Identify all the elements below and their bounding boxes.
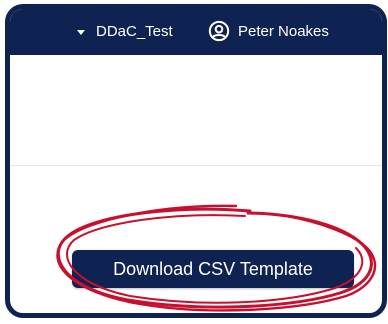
section-divider bbox=[10, 165, 382, 166]
user-menu-name[interactable]: Peter Noakes bbox=[238, 22, 329, 42]
workspace-selector[interactable]: DDaC_Test bbox=[96, 22, 173, 42]
download-csv-template-button[interactable]: Download CSV Template bbox=[72, 250, 354, 288]
top-navigation-bar: DDaC_Test Peter Noakes bbox=[10, 9, 382, 55]
caret-down-icon[interactable] bbox=[77, 30, 85, 35]
user-circle-icon[interactable] bbox=[208, 20, 230, 42]
